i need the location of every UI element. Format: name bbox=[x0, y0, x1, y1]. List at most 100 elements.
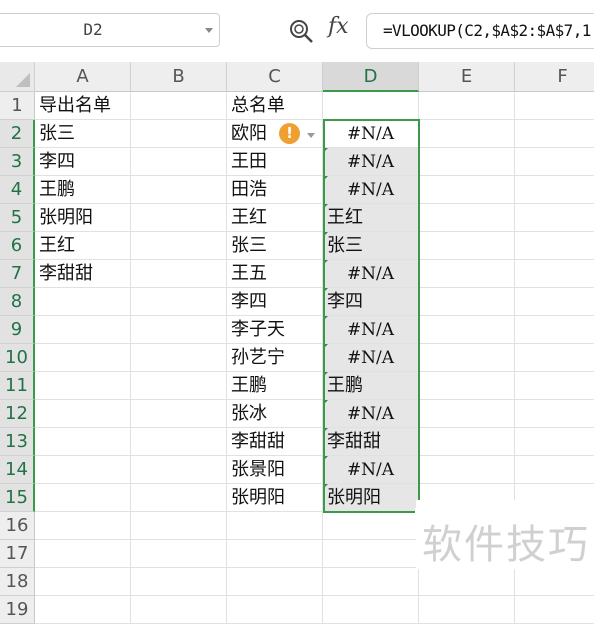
name-box[interactable]: D2 bbox=[0, 13, 220, 47]
column-header-c[interactable]: C bbox=[227, 62, 323, 92]
cell-d4[interactable]: #N/A bbox=[323, 176, 419, 204]
cell-d19[interactable] bbox=[323, 596, 419, 624]
row-header-5[interactable]: 5 bbox=[0, 204, 35, 232]
row-header-3[interactable]: 3 bbox=[0, 148, 35, 176]
cell-c14[interactable]: 张景阳 bbox=[227, 456, 323, 484]
formula-input[interactable]: =VLOOKUP(C2,$A$2:$A$7,1,0) bbox=[366, 13, 594, 49]
cell-c1[interactable]: 总名单 bbox=[227, 92, 323, 120]
cell-e10[interactable] bbox=[419, 344, 515, 372]
cell-c10[interactable]: 孙艺宁 bbox=[227, 344, 323, 372]
cell-f14[interactable] bbox=[515, 456, 594, 484]
cell-a15[interactable] bbox=[35, 484, 131, 512]
cell-d12[interactable]: #N/A bbox=[323, 400, 419, 428]
cell-f1[interactable] bbox=[515, 92, 594, 120]
cell-d2[interactable]: #N/A bbox=[323, 120, 419, 148]
cell-b9[interactable] bbox=[131, 316, 227, 344]
row-header-9[interactable]: 9 bbox=[0, 316, 35, 344]
cell-f11[interactable] bbox=[515, 372, 594, 400]
column-header-a[interactable]: A bbox=[35, 62, 131, 92]
chevron-down-icon[interactable] bbox=[307, 133, 315, 138]
cell-f7[interactable] bbox=[515, 260, 594, 288]
cell-f18[interactable] bbox=[515, 568, 594, 596]
cell-b13[interactable] bbox=[131, 428, 227, 456]
cell-e8[interactable] bbox=[419, 288, 515, 316]
cell-c5[interactable]: 王红 bbox=[227, 204, 323, 232]
column-header-d[interactable]: D bbox=[323, 62, 419, 92]
cell-a10[interactable] bbox=[35, 344, 131, 372]
cell-d14[interactable]: #N/A bbox=[323, 456, 419, 484]
cell-e7[interactable] bbox=[419, 260, 515, 288]
cell-c4[interactable]: 田浩 bbox=[227, 176, 323, 204]
cell-e4[interactable] bbox=[419, 176, 515, 204]
row-header-6[interactable]: 6 bbox=[0, 232, 35, 260]
row-header-7[interactable]: 7 bbox=[0, 260, 35, 288]
cell-e19[interactable] bbox=[419, 596, 515, 624]
row-header-13[interactable]: 13 bbox=[0, 428, 35, 456]
cell-f2[interactable] bbox=[515, 120, 594, 148]
row-header-18[interactable]: 18 bbox=[0, 568, 35, 596]
cell-a12[interactable] bbox=[35, 400, 131, 428]
cell-e12[interactable] bbox=[419, 400, 515, 428]
cell-f9[interactable] bbox=[515, 316, 594, 344]
cell-f12[interactable] bbox=[515, 400, 594, 428]
cell-e9[interactable] bbox=[419, 316, 515, 344]
cell-a7[interactable]: 李甜甜 bbox=[35, 260, 131, 288]
cell-e3[interactable] bbox=[419, 148, 515, 176]
cell-b18[interactable] bbox=[131, 568, 227, 596]
column-header-e[interactable]: E bbox=[419, 62, 515, 92]
cell-e2[interactable] bbox=[419, 120, 515, 148]
row-header-4[interactable]: 4 bbox=[0, 176, 35, 204]
cell-a18[interactable] bbox=[35, 568, 131, 596]
cell-e6[interactable] bbox=[419, 232, 515, 260]
cell-e5[interactable] bbox=[419, 204, 515, 232]
cell-d8[interactable]: 李四 bbox=[323, 288, 419, 316]
cell-d18[interactable] bbox=[323, 568, 419, 596]
cell-e11[interactable] bbox=[419, 372, 515, 400]
cell-d11[interactable]: 王鹏 bbox=[323, 372, 419, 400]
cell-a16[interactable] bbox=[35, 512, 131, 540]
row-header-17[interactable]: 17 bbox=[0, 540, 35, 568]
cell-c6[interactable]: 张三 bbox=[227, 232, 323, 260]
cell-a19[interactable] bbox=[35, 596, 131, 624]
column-header-b[interactable]: B bbox=[131, 62, 227, 92]
cell-a14[interactable] bbox=[35, 456, 131, 484]
cell-c12[interactable]: 张冰 bbox=[227, 400, 323, 428]
row-header-12[interactable]: 12 bbox=[0, 400, 35, 428]
fx-icon[interactable]: fx bbox=[328, 14, 349, 39]
cell-c15[interactable]: 张明阳 bbox=[227, 484, 323, 512]
cell-c17[interactable] bbox=[227, 540, 323, 568]
cell-f4[interactable] bbox=[515, 176, 594, 204]
cell-d1[interactable] bbox=[323, 92, 419, 120]
cell-a11[interactable] bbox=[35, 372, 131, 400]
cell-f8[interactable] bbox=[515, 288, 594, 316]
cell-e1[interactable] bbox=[419, 92, 515, 120]
cell-d17[interactable] bbox=[323, 540, 419, 568]
cell-f19[interactable] bbox=[515, 596, 594, 624]
cell-c16[interactable] bbox=[227, 512, 323, 540]
cell-c18[interactable] bbox=[227, 568, 323, 596]
cell-f6[interactable] bbox=[515, 232, 594, 260]
cell-d5[interactable]: 王红 bbox=[323, 204, 419, 232]
cell-a6[interactable]: 王红 bbox=[35, 232, 131, 260]
cell-d7[interactable]: #N/A bbox=[323, 260, 419, 288]
cell-d6[interactable]: 张三 bbox=[323, 232, 419, 260]
row-header-1[interactable]: 1 bbox=[0, 92, 35, 120]
cell-c8[interactable]: 李四 bbox=[227, 288, 323, 316]
cell-b5[interactable] bbox=[131, 204, 227, 232]
cell-e18[interactable] bbox=[419, 568, 515, 596]
row-header-11[interactable]: 11 bbox=[0, 372, 35, 400]
cell-d9[interactable]: #N/A bbox=[323, 316, 419, 344]
cell-c11[interactable]: 王鹏 bbox=[227, 372, 323, 400]
cell-a4[interactable]: 王鹏 bbox=[35, 176, 131, 204]
cell-b2[interactable] bbox=[131, 120, 227, 148]
cell-c19[interactable] bbox=[227, 596, 323, 624]
cell-b19[interactable] bbox=[131, 596, 227, 624]
row-header-19[interactable]: 19 bbox=[0, 596, 35, 624]
cell-b10[interactable] bbox=[131, 344, 227, 372]
chevron-down-icon[interactable] bbox=[205, 28, 213, 33]
cell-a8[interactable] bbox=[35, 288, 131, 316]
row-header-15[interactable]: 15 bbox=[0, 484, 35, 512]
cell-a13[interactable] bbox=[35, 428, 131, 456]
cell-f13[interactable] bbox=[515, 428, 594, 456]
cell-f3[interactable] bbox=[515, 148, 594, 176]
